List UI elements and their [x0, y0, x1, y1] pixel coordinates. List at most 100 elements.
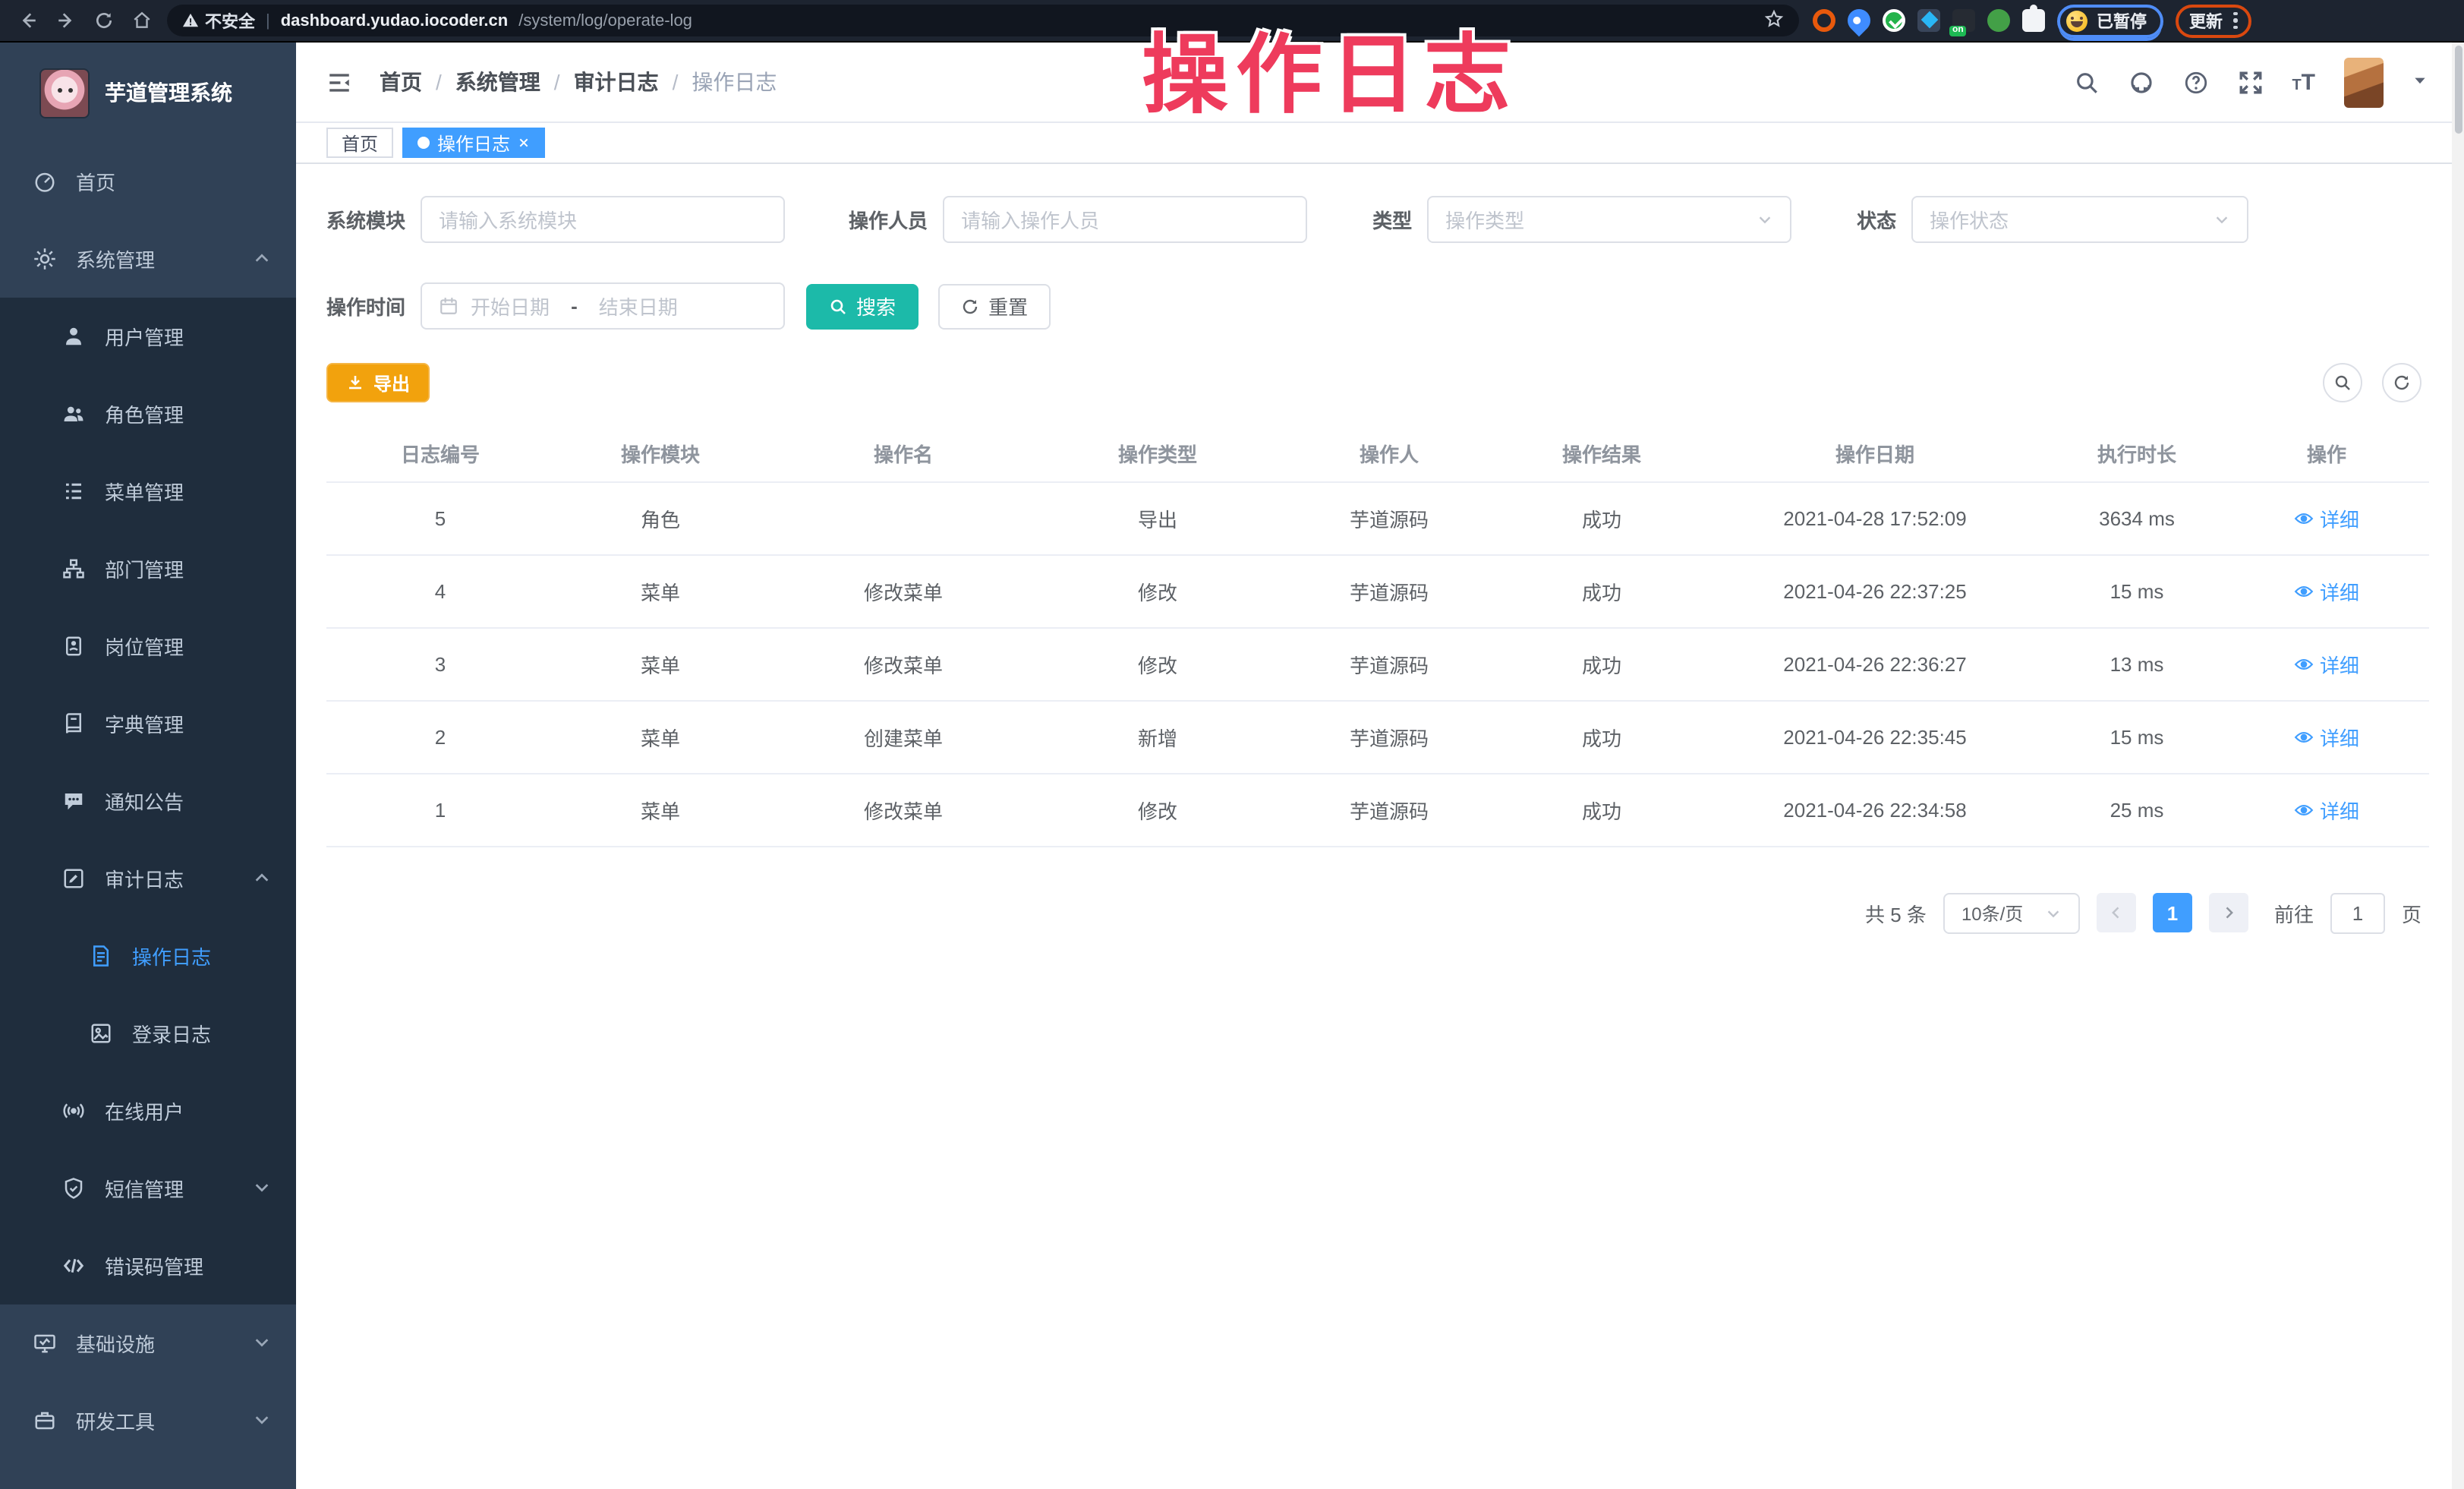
sidebar-item-sms-management[interactable]: 短信管理	[0, 1150, 296, 1227]
operate-log-table: 日志编号 操作模块 操作名 操作类型 操作人 操作结果 操作日期 执行时长 操作…	[326, 427, 2429, 847]
table-tools	[2323, 363, 2421, 402]
sidebar-item-notice-announcement[interactable]: 通知公告	[0, 762, 296, 840]
sidebar-item-audit-log[interactable]: 审计日志	[0, 840, 296, 917]
sidebar-item-user-management[interactable]: 用户管理	[0, 298, 296, 375]
goto-page-input[interactable]	[2330, 892, 2385, 933]
sidebar-item-label: 错误码管理	[105, 1251, 203, 1280]
user-icon	[61, 324, 85, 349]
sidebar-item-online-users[interactable]: 在线用户	[0, 1072, 296, 1150]
sidebar-item-role-management[interactable]: 角色管理	[0, 375, 296, 453]
column-header: 执行时长	[2050, 427, 2224, 481]
scrollbar-thumb[interactable]	[2454, 46, 2462, 134]
column-header: 日志编号	[326, 427, 554, 481]
sidebar-collapse-icon[interactable]	[326, 69, 352, 95]
date-range-picker[interactable]: 开始日期 - 结束日期	[421, 282, 785, 330]
eye-icon	[2294, 581, 2314, 601]
browser-menu-icon[interactable]	[2233, 12, 2237, 30]
sms-shield-icon	[61, 1176, 85, 1200]
page-size-select[interactable]: 10条/页	[1943, 892, 2080, 933]
sidebar-item-infrastructure[interactable]: 基础设施	[0, 1304, 296, 1382]
active-tag-dot	[417, 137, 430, 149]
close-icon[interactable]	[518, 137, 530, 149]
sidebar-item-home[interactable]: 首页	[0, 143, 296, 220]
sidebar-item-login-log[interactable]: 登录日志	[0, 995, 296, 1072]
type-select[interactable]: 操作类型	[1427, 196, 1791, 243]
sidebar-item-label: 用户管理	[105, 322, 184, 351]
chevron-up-icon	[254, 248, 270, 270]
breadcrumb-separator: /	[436, 70, 442, 94]
extension-icon-3[interactable]	[1917, 9, 1940, 32]
browser-home-icon[interactable]	[129, 8, 153, 33]
pagination: 共 5 条 10条/页 1 前往 页	[326, 892, 2421, 964]
tag-operate-log[interactable]: 操作日志	[402, 128, 545, 158]
fullscreen-icon[interactable]	[2237, 69, 2263, 95]
breadcrumb-item[interactable]: 系统管理	[455, 67, 540, 97]
status-select[interactable]: 操作状态	[1911, 196, 2248, 243]
prev-page-button[interactable]	[2097, 893, 2136, 932]
app-logo-row[interactable]: 芋道管理系统	[0, 43, 296, 143]
sidebar-item-post-management[interactable]: 岗位管理	[0, 607, 296, 685]
browser-reload-icon[interactable]	[91, 8, 115, 33]
detail-link[interactable]: 详细	[2294, 722, 2359, 751]
extension-icon-5[interactable]	[1987, 9, 2010, 32]
column-header: 操作结果	[1503, 427, 1700, 481]
bookmark-star-icon[interactable]	[1764, 8, 1784, 33]
sidebar-item-label: 岗位管理	[105, 632, 184, 661]
not-secure-warning[interactable]: 不安全	[182, 8, 255, 33]
calendar-icon	[439, 296, 458, 316]
breadcrumb-item[interactable]: 审计日志	[574, 67, 659, 97]
sidebar-item-label: 系统管理	[76, 244, 155, 273]
browser-forward-icon[interactable]	[53, 8, 77, 33]
sidebar-item-dev-tools[interactable]: 研发工具	[0, 1382, 296, 1459]
paused-label: 已暂停	[2097, 8, 2147, 33]
breadcrumb-item[interactable]: 首页	[380, 67, 422, 97]
extensions-puzzle-icon[interactable]	[2022, 9, 2045, 32]
export-button[interactable]: 导出	[326, 363, 430, 402]
address-bar[interactable]: 不安全 | dashboard.yudao.iocoder.cn/system/…	[167, 5, 1799, 36]
search-icon[interactable]	[2073, 69, 2099, 95]
module-input[interactable]: 请输入系统模块	[421, 196, 785, 243]
avatar[interactable]	[2344, 57, 2384, 107]
user-menu-caret-icon[interactable]	[2412, 68, 2428, 96]
detail-link[interactable]: 详细	[2294, 795, 2359, 824]
page-number-button[interactable]: 1	[2153, 893, 2192, 932]
chrome-update-button[interactable]: 更新	[2176, 4, 2251, 37]
github-icon[interactable]	[2128, 69, 2154, 95]
sidebar-item-dept-management[interactable]: 部门管理	[0, 530, 296, 607]
sidebar-item-menu-management[interactable]: 菜单管理	[0, 453, 296, 530]
extension-pin-icon[interactable]	[1843, 5, 1875, 36]
tag-home[interactable]: 首页	[326, 128, 393, 158]
detail-link[interactable]: 详细	[2294, 503, 2359, 532]
app-title: 芋道管理系统	[105, 77, 232, 108]
detail-link[interactable]: 详细	[2294, 649, 2359, 678]
search-button[interactable]: 搜索	[806, 283, 918, 329]
sidebar-item-system-management[interactable]: 系统管理	[0, 220, 296, 298]
extension-icon-2[interactable]	[1883, 9, 1905, 32]
next-page-button[interactable]	[2209, 893, 2248, 932]
post-badge-icon	[61, 634, 85, 658]
announcement-icon	[61, 789, 85, 813]
sidebar-item-label: 在线用户	[105, 1096, 184, 1125]
extension-icon-4[interactable]: on	[1952, 9, 1975, 32]
sidebar-item-dict-management[interactable]: 字典管理	[0, 685, 296, 762]
chevron-down-icon	[2214, 211, 2230, 228]
reset-button[interactable]: 重置	[938, 283, 1051, 329]
help-icon[interactable]	[2182, 69, 2208, 95]
browser-scrollbar[interactable]	[2452, 43, 2464, 1489]
extension-icon-1[interactable]	[1813, 9, 1835, 32]
table-header-row: 日志编号 操作模块 操作名 操作类型 操作人 操作结果 操作日期 执行时长 操作	[326, 427, 2429, 481]
table-search-toggle-button[interactable]	[2323, 363, 2362, 402]
eye-icon	[2294, 727, 2314, 746]
sidebar-item-error-code-management[interactable]: 错误码管理	[0, 1227, 296, 1304]
column-header: 操作模块	[554, 427, 767, 481]
font-size-icon[interactable]: TT	[2292, 69, 2315, 95]
table-refresh-button[interactable]	[2382, 363, 2421, 402]
detail-link[interactable]: 详细	[2294, 576, 2359, 605]
profile-paused-chip[interactable]: 已暂停	[2057, 4, 2163, 37]
page-unit: 页	[2402, 898, 2421, 927]
sidebar-item-operate-log[interactable]: 操作日志	[0, 917, 296, 995]
browser-back-icon[interactable]	[15, 8, 39, 33]
extension-on-badge: on	[1949, 26, 1967, 36]
operator-input[interactable]: 请输入操作人员	[943, 196, 1307, 243]
column-header: 操作类型	[1040, 427, 1275, 481]
